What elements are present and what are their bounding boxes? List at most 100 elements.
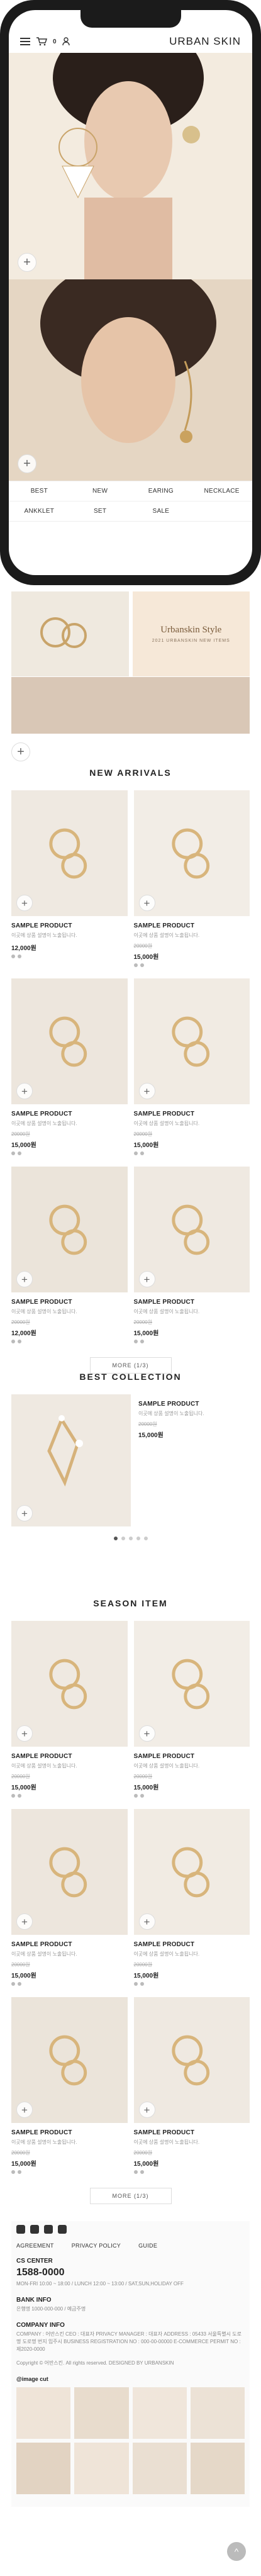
- footer-link-privacy[interactable]: PRIVACY POLICY: [72, 2243, 121, 2249]
- insta-image[interactable]: [74, 2387, 129, 2439]
- product-card[interactable]: + SAMPLE PRODUCT 이곳에 상품 설명이 노출됩니다. 20000원 15…: [11, 978, 128, 1155]
- product-card[interactable]: + SAMPLE PRODUCT 이곳에 상품 설명이 노출됩니다. 20000원 15…: [133, 1621, 250, 1798]
- plus-icon[interactable]: +: [16, 895, 33, 911]
- instagram-icon[interactable]: [30, 2225, 39, 2234]
- product-name[interactable]: SAMPLE PRODUCT: [11, 1299, 128, 1306]
- best-collection-item[interactable]: + SAMPLE PRODUCT 이곳에 상품 설명이 노출됩니다. 20000…: [11, 1394, 250, 1526]
- plus-icon[interactable]: +: [16, 1083, 33, 1099]
- slider-dot[interactable]: [121, 1537, 125, 1540]
- slider-dot[interactable]: [136, 1537, 140, 1540]
- product-thumbnail[interactable]: +: [133, 1809, 250, 1935]
- plus-icon[interactable]: +: [138, 895, 155, 911]
- insta-image[interactable]: [16, 2387, 71, 2439]
- product-badges: [133, 1151, 250, 1155]
- user-icon[interactable]: [62, 37, 70, 46]
- product-card[interactable]: + SAMPLE PRODUCT 이곳에 상품 설명이 노출됩니다. 20000원 15…: [133, 1997, 250, 2174]
- menu-icon[interactable]: [20, 38, 30, 45]
- product-name[interactable]: SAMPLE PRODUCT: [134, 922, 250, 929]
- product-name[interactable]: SAMPLE PRODUCT: [11, 1941, 128, 1948]
- category-set[interactable]: SET: [69, 501, 131, 522]
- product-name[interactable]: SAMPLE PRODUCT: [134, 1753, 250, 1760]
- plus-icon[interactable]: +: [138, 1913, 155, 1930]
- product-card[interactable]: + SAMPLE PRODUCT 이곳에 상품 설명이 노출됩니다. 20000원 12…: [11, 1167, 128, 1343]
- product-name[interactable]: SAMPLE PRODUCT: [11, 2129, 128, 2136]
- product-thumbnail[interactable]: +: [11, 1621, 128, 1747]
- product-thumbnail[interactable]: +: [133, 1167, 250, 1292]
- badge-icon: [18, 1340, 21, 1343]
- footer-link-guide[interactable]: GUIDE: [138, 2243, 157, 2249]
- talk-icon[interactable]: [58, 2225, 67, 2234]
- plus-icon[interactable]: +: [138, 2102, 155, 2118]
- insta-image[interactable]: [190, 2443, 245, 2494]
- scroll-top-button[interactable]: ^: [227, 2542, 246, 2561]
- product-thumbnail[interactable]: +: [133, 1997, 250, 2123]
- product-card[interactable]: + SAMPLE PRODUCT 이곳에 상품 설명이 노출됩니다. 20000원 15…: [133, 1167, 250, 1343]
- product-thumbnail[interactable]: +: [11, 1809, 128, 1935]
- plus-icon[interactable]: +: [138, 1271, 155, 1287]
- product-thumbnail[interactable]: +: [11, 1997, 128, 2123]
- product-card[interactable]: + SAMPLE PRODUCT 이곳에 상품 설명이 노출됩니다. 20000원 15…: [133, 1809, 250, 1986]
- facebook-icon[interactable]: [16, 2225, 25, 2234]
- category-earing[interactable]: EARING: [130, 481, 192, 501]
- plus-icon[interactable]: +: [18, 454, 36, 473]
- product-thumbnail[interactable]: +: [11, 1394, 131, 1526]
- product-name[interactable]: SAMPLE PRODUCT: [11, 922, 128, 929]
- plus-icon[interactable]: +: [16, 1913, 33, 1930]
- bank-label: BANK INFO: [16, 2297, 52, 2304]
- blog-icon[interactable]: [44, 2225, 53, 2234]
- best-collection-title: BEST COLLECTION: [79, 1372, 182, 1382]
- product-name[interactable]: SAMPLE PRODUCT: [11, 1753, 128, 1760]
- product-name[interactable]: SAMPLE PRODUCT: [11, 1111, 128, 1117]
- plus-icon[interactable]: +: [16, 2102, 33, 2118]
- plus-icon[interactable]: +: [16, 1725, 33, 1742]
- plus-icon[interactable]: +: [138, 1083, 155, 1099]
- product-card[interactable]: + SAMPLE PRODUCT 이곳에 상품 설명이 노출됩니다. 20000원 15…: [11, 1997, 128, 2174]
- plus-icon[interactable]: +: [138, 1725, 155, 1742]
- product-thumbnail[interactable]: +: [133, 978, 250, 1104]
- plus-icon[interactable]: +: [16, 1505, 33, 1521]
- product-card[interactable]: + SAMPLE PRODUCT 이곳에 상품 설명이 노출됩니다. 20000원 15…: [133, 790, 250, 967]
- category-new[interactable]: NEW: [69, 481, 131, 501]
- product-card[interactable]: + SAMPLE PRODUCT 이곳에 상품 설명이 노출됩니다. 20000원 15…: [11, 1621, 128, 1798]
- insta-image[interactable]: [190, 2387, 245, 2439]
- product-thumbnail[interactable]: +: [11, 790, 128, 916]
- insta-image[interactable]: [16, 2443, 71, 2494]
- category-anklet[interactable]: ANKKLET: [9, 501, 70, 522]
- slider-dot[interactable]: [143, 1537, 148, 1540]
- product-price: 12,000원: [11, 1330, 36, 1337]
- plus-icon[interactable]: +: [18, 253, 36, 272]
- product-thumbnail[interactable]: +: [11, 1167, 128, 1292]
- plus-icon[interactable]: +: [11, 742, 30, 761]
- product-desc: 이곳에 상품 설명이 노출됩니다.: [11, 2139, 77, 2145]
- cs-phone[interactable]: 1588-0000: [16, 2267, 245, 2278]
- category-sale[interactable]: SALE: [130, 501, 192, 522]
- product-name[interactable]: SAMPLE PRODUCT: [134, 1111, 250, 1117]
- promo-title: Urbanskin Style: [160, 625, 222, 635]
- product-card[interactable]: + SAMPLE PRODUCT 이곳에 상품 설명이 노출됩니다. 20000원 15…: [133, 978, 250, 1155]
- promo-text-block[interactable]: Urbanskin Style 2021 URBANSKIN NEW ITEMS: [132, 591, 250, 676]
- insta-image[interactable]: [74, 2443, 129, 2494]
- product-card[interactable]: + SAMPLE PRODUCT 이곳에 상품 설명이 노출됩니다. 12,000원: [11, 790, 128, 967]
- product-name[interactable]: SAMPLE PRODUCT: [134, 1299, 250, 1306]
- footer-link-agreement[interactable]: AGREEMENT: [16, 2243, 54, 2249]
- site-logo[interactable]: URBAN SKIN: [169, 35, 241, 48]
- badge-icon: [11, 2170, 15, 2174]
- category-necklace[interactable]: NECKLACE: [191, 481, 252, 501]
- insta-image[interactable]: [132, 2443, 187, 2494]
- product-name[interactable]: SAMPLE PRODUCT: [134, 2129, 250, 2136]
- product-name[interactable]: SAMPLE PRODUCT: [138, 1401, 204, 1408]
- slider-dot[interactable]: [113, 1537, 118, 1540]
- product-name[interactable]: SAMPLE PRODUCT: [134, 1941, 250, 1948]
- insta-image[interactable]: [132, 2387, 187, 2439]
- product-thumbnail[interactable]: +: [11, 978, 128, 1104]
- product-thumbnail[interactable]: +: [133, 1621, 250, 1747]
- cart-icon[interactable]: [36, 37, 47, 46]
- plus-icon[interactable]: +: [16, 1271, 33, 1287]
- season-item-more-button[interactable]: MORE (1/3): [89, 2188, 172, 2204]
- promo-band[interactable]: [11, 677, 250, 734]
- promo-image[interactable]: [11, 591, 129, 676]
- product-thumbnail[interactable]: +: [133, 790, 250, 916]
- slider-dot[interactable]: [128, 1537, 133, 1540]
- product-card[interactable]: + SAMPLE PRODUCT 이곳에 상품 설명이 노출됩니다. 20000원 15…: [11, 1809, 128, 1986]
- category-best[interactable]: BEST: [9, 481, 70, 501]
